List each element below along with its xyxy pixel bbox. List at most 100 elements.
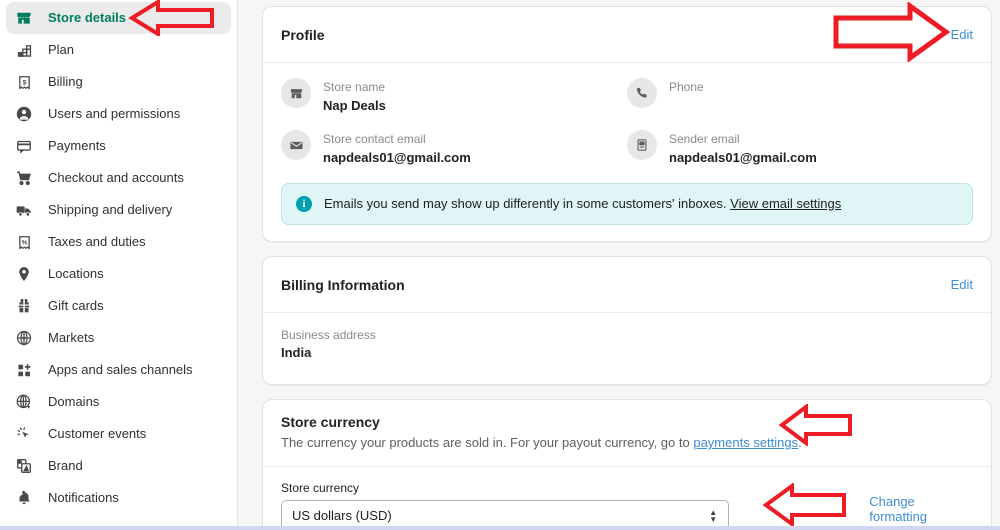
map-pin-icon xyxy=(14,264,34,284)
sidebar-item-label: Notifications xyxy=(48,490,119,505)
sidebar-item-label: Taxes and duties xyxy=(48,234,146,249)
sender-email-icon xyxy=(627,130,657,160)
store-currency-body: Store currency US dollars (USD) ▲ ▼ Chan… xyxy=(263,467,991,530)
cursor-click-icon xyxy=(14,424,34,444)
store-currency-description: The currency your products are sold in. … xyxy=(281,435,802,450)
profile-field-phone-text: Phone xyxy=(669,77,704,97)
profile-field-sender-email-text: Sender email napdeals01@gmail.com xyxy=(669,129,817,167)
sidebar-item-apps-and-sales-channels[interactable]: Apps and sales channels xyxy=(6,354,231,386)
sidebar-item-label: Plan xyxy=(48,42,75,57)
sidebar-item-store-details[interactable]: Store details xyxy=(6,2,231,34)
sidebar-item-label: Locations xyxy=(48,266,104,281)
field-label: Store name xyxy=(323,80,386,94)
sidebar-item-label: Domains xyxy=(48,394,100,409)
field-value: napdeals01@gmail.com xyxy=(669,150,817,165)
store-details-settings-page: Store details Plan $ Billing Users and p… xyxy=(0,0,1000,530)
sidebar-item-gift-cards[interactable]: Gift cards xyxy=(6,290,231,322)
profile-field-contact-email-col: Store contact email napdeals01@gmail.com xyxy=(281,129,627,181)
store-currency-selected-value: US dollars (USD) xyxy=(292,508,392,523)
sidebar-item-label: Customer events xyxy=(48,426,147,441)
sidebar-item-customer-events[interactable]: Customer events xyxy=(6,418,231,450)
settings-sidebar: Store details Plan $ Billing Users and p… xyxy=(0,0,238,530)
store-currency-title: Store currency xyxy=(281,414,380,430)
chevron-updown-icon: ▲ ▼ xyxy=(708,508,718,524)
profile-card-header: Profile Edit xyxy=(263,7,991,63)
store-currency-select-wrap: Store currency US dollars (USD) ▲ ▼ xyxy=(281,481,730,530)
sidebar-item-label: Billing xyxy=(48,74,83,89)
field-label: Phone xyxy=(669,80,704,94)
business-address-label: Business address xyxy=(281,328,376,342)
sidebar-item-label: Store details xyxy=(48,10,127,25)
description-prefix: The currency your products are sold in. … xyxy=(281,435,694,450)
sidebar-item-plan[interactable]: Plan xyxy=(6,34,231,66)
svg-text:%: % xyxy=(21,239,27,246)
percent-receipt-icon: % xyxy=(14,232,34,252)
svg-text:$: $ xyxy=(22,79,26,86)
sidebar-item-payments[interactable]: Payments xyxy=(6,130,231,162)
chevron-down-glyph: ▼ xyxy=(709,514,718,524)
billing-receipt-icon: $ xyxy=(14,72,34,92)
billing-card-header: Billing Information Edit xyxy=(263,257,991,313)
storefront-icon xyxy=(281,78,311,108)
sidebar-item-users-and-permissions[interactable]: Users and permissions xyxy=(6,98,231,130)
billing-information-card: Billing Information Edit Business addres… xyxy=(262,256,992,385)
sidebar-item-shipping-and-delivery[interactable]: Shipping and delivery xyxy=(6,194,231,226)
gift-icon xyxy=(14,296,34,316)
profile-card-body: Store name Nap Deals Phone Store contact… xyxy=(263,63,991,241)
settings-main-content: Profile Edit Store name Nap Deals Phone … xyxy=(238,0,1000,530)
profile-fields-row-2: Store contact email napdeals01@gmail.com xyxy=(281,129,973,181)
delivery-truck-icon xyxy=(14,200,34,220)
sidebar-item-label: Gift cards xyxy=(48,298,104,313)
field-label: Sender email xyxy=(669,132,740,146)
sidebar-item-billing[interactable]: $ Billing xyxy=(6,66,231,98)
sidebar-item-label: Brand xyxy=(48,458,83,473)
apps-plus-icon xyxy=(14,360,34,380)
store-currency-card: Store currency The currency your product… xyxy=(262,399,992,530)
sidebar-item-label: Users and permissions xyxy=(48,106,181,121)
profile-edit-link[interactable]: Edit xyxy=(951,27,973,42)
sidebar-item-brand[interactable]: Brand xyxy=(6,450,231,482)
profile-field-phone-col: Phone xyxy=(627,77,973,129)
banner-text: Emails you send may show up differently … xyxy=(324,195,841,213)
sidebar-item-taxes-and-duties[interactable]: % Taxes and duties xyxy=(6,226,231,258)
sidebar-item-label: Apps and sales channels xyxy=(48,362,193,377)
sidebar-item-label: Markets xyxy=(48,330,95,345)
profile-card: Profile Edit Store name Nap Deals Phone … xyxy=(262,6,992,242)
field-label: Store contact email xyxy=(323,132,426,146)
storefront-icon xyxy=(14,8,34,28)
sidebar-item-label: Payments xyxy=(48,138,106,153)
sidebar-item-markets[interactable]: Markets xyxy=(6,322,231,354)
field-value: Nap Deals xyxy=(323,98,386,113)
brand-image-icon xyxy=(14,456,34,476)
profile-field-sender-email: Sender email napdeals01@gmail.com xyxy=(627,129,973,167)
bell-icon xyxy=(14,488,34,508)
envelope-icon xyxy=(281,130,311,160)
profile-fields-row-1: Store name Nap Deals Phone xyxy=(281,77,973,129)
view-email-settings-link[interactable]: View email settings xyxy=(730,196,841,211)
info-icon: i xyxy=(296,196,312,212)
profile-title: Profile xyxy=(281,26,325,43)
globe-target-icon xyxy=(14,328,34,348)
sidebar-item-notifications[interactable]: Notifications xyxy=(6,482,231,514)
user-circle-icon xyxy=(14,104,34,124)
store-currency-select-label: Store currency xyxy=(281,481,360,495)
profile-field-store-name-col: Store name Nap Deals xyxy=(281,77,627,129)
store-currency-header: Store currency The currency your product… xyxy=(263,400,991,467)
payments-card-icon xyxy=(14,136,34,156)
sidebar-item-locations[interactable]: Locations xyxy=(6,258,231,290)
payments-settings-link[interactable]: payments settings xyxy=(693,435,798,450)
profile-field-store-contact-email-text: Store contact email napdeals01@gmail.com xyxy=(323,129,471,167)
profile-field-store-name: Store name Nap Deals xyxy=(281,77,627,115)
profile-field-store-name-text: Store name Nap Deals xyxy=(323,77,386,115)
field-value: napdeals01@gmail.com xyxy=(323,150,471,165)
sidebar-item-checkout-and-accounts[interactable]: Checkout and accounts xyxy=(6,162,231,194)
profile-field-sender-email-col: Sender email napdeals01@gmail.com xyxy=(627,129,973,181)
profile-field-store-contact-email: Store contact email napdeals01@gmail.com xyxy=(281,129,627,167)
change-formatting-link[interactable]: Change formatting xyxy=(869,494,973,530)
globe-icon xyxy=(14,392,34,412)
billing-edit-link[interactable]: Edit xyxy=(951,277,973,292)
sidebar-item-domains[interactable]: Domains xyxy=(6,386,231,418)
business-address-value: India xyxy=(281,345,312,360)
shopping-cart-icon xyxy=(14,168,34,188)
horizontal-scrollbar[interactable] xyxy=(0,526,1000,530)
